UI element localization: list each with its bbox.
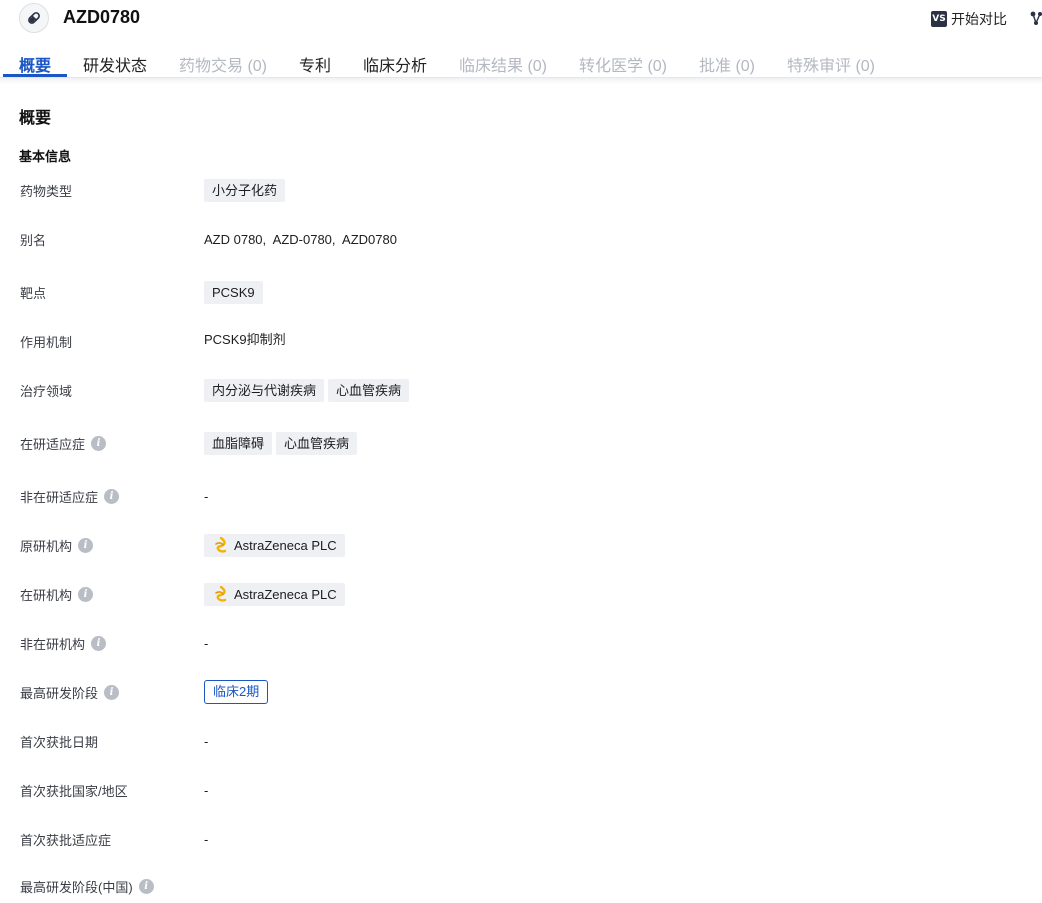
info-icon[interactable]: i [91, 635, 107, 651]
tab-bar: 概要 研发状态 药物交易 (0) 专利 临床分析 临床结果 (0) 转化医学 (… [0, 42, 1042, 78]
tab-translational-medicine[interactable]: 转化医学 (0) [579, 52, 667, 76]
header-bar: AZD0780 VS 开始对比 [0, 0, 1042, 38]
field-value: AstraZeneca PLC [204, 581, 345, 607]
field-row-drug-type: 药物类型 小分子化药 [0, 177, 1042, 207]
field-row-highest-phase-china: 最高研发阶段(中国) i [0, 873, 1042, 903]
field-label: 治疗领域 [20, 383, 73, 399]
pill-icon [19, 3, 49, 33]
organization-name: AstraZeneca PLC [234, 586, 337, 602]
info-icon[interactable]: i [91, 435, 107, 451]
tab-drug-deals[interactable]: 药物交易 (0) [179, 52, 267, 76]
therapeutic-area-tag[interactable]: 内分泌与代谢疾病 [204, 378, 325, 402]
field-value: 临床2期 [204, 679, 269, 705]
mechanism-value[interactable]: PCSK9抑制剂 [204, 329, 286, 348]
field-label: 在研机构 i [20, 581, 94, 607]
tab-clinical-results[interactable]: 临床结果 (0) [459, 52, 547, 76]
field-value: 小分子化药 [204, 177, 286, 203]
field-label: 最高研发阶段 i [20, 679, 120, 705]
field-value: - [204, 777, 208, 803]
target-tag[interactable]: PCSK9 [204, 280, 263, 304]
field-label: 最高研发阶段(中国) i [20, 873, 154, 899]
first-approval-date-value: - [204, 733, 209, 749]
field-value: PCSK9 [204, 279, 263, 305]
info-icon[interactable]: i [138, 878, 154, 894]
field-label: 别名 [20, 232, 47, 248]
indication-tag[interactable]: 心血管疾病 [276, 431, 358, 455]
section-title: 概要 [19, 110, 52, 127]
vs-icon: VS [931, 11, 947, 27]
field-row-inactive-indication: 非在研适应症 i - [0, 483, 1042, 513]
field-row-first-approval-indication: 首次获批适应症 - [0, 826, 1042, 856]
field-label: 作用机制 [20, 334, 73, 350]
first-approval-country-value: - [204, 782, 209, 798]
tab-special-review[interactable]: 特殊审评 (0) [787, 52, 875, 76]
astrazeneca-logo-icon [215, 537, 227, 553]
field-value: - [204, 728, 208, 754]
tab-patents[interactable]: 专利 [299, 52, 331, 76]
therapeutic-area-tag[interactable]: 心血管疾病 [328, 378, 410, 402]
organization-tag[interactable]: AstraZeneca PLC [204, 533, 345, 557]
inactive-org-value: - [204, 635, 209, 651]
astrazeneca-logo-icon [215, 586, 227, 602]
tab-bar-shadow [0, 78, 1042, 84]
field-row-originator: 原研机构 i AstraZeneca PLC [0, 532, 1042, 562]
field-value: 血脂障碍 心血管疾病 [204, 430, 358, 456]
aliases-value: AZD 0780, AZD-0780, AZD0780 [204, 231, 397, 247]
tab-approvals[interactable]: 批准 (0) [699, 52, 755, 76]
drug-type-tag[interactable]: 小分子化药 [204, 178, 286, 202]
field-label: 首次获批适应症 [20, 832, 112, 848]
field-row-mechanism: 作用机制 PCSK9抑制剂 [0, 325, 1042, 355]
field-row-active-org: 在研机构 i AstraZeneca PLC [0, 581, 1042, 611]
field-label: 药物类型 [20, 183, 73, 199]
tab-overview[interactable]: 概要 [19, 52, 51, 76]
field-value: - [204, 826, 208, 852]
field-value: - [204, 630, 208, 656]
field-label: 非在研适应症 i [20, 483, 120, 509]
field-label: 首次获批国家/地区 [20, 783, 128, 799]
field-label: 靶点 [20, 285, 47, 301]
field-row-aliases: 别名 AZD 0780, AZD-0780, AZD0780 [0, 226, 1042, 256]
field-value: 内分泌与代谢疾病 心血管疾病 [204, 377, 410, 403]
info-icon[interactable]: i [78, 537, 94, 553]
field-row-target: 靶点 PCSK9 [0, 279, 1042, 309]
organization-tag[interactable]: AstraZeneca PLC [204, 582, 345, 606]
phase-badge[interactable]: 临床2期 [204, 680, 269, 704]
field-row-highest-phase: 最高研发阶段 i 临床2期 [0, 679, 1042, 709]
organization-name: AstraZeneca PLC [234, 537, 337, 553]
field-value: PCSK9抑制剂 [204, 325, 286, 351]
info-icon[interactable]: i [104, 684, 120, 700]
field-value: - [204, 483, 208, 509]
info-icon[interactable]: i [78, 586, 94, 602]
tab-clinical-analysis[interactable]: 临床分析 [363, 52, 427, 76]
field-value: AZD 0780, AZD-0780, AZD0780 [204, 226, 397, 252]
field-label: 非在研机构 i [20, 630, 107, 656]
inactive-indication-value: - [204, 488, 209, 504]
field-label: 在研适应症 i [20, 430, 107, 456]
field-row-inactive-org: 非在研机构 i - [0, 630, 1042, 660]
field-row-therapeutic-area: 治疗领域 内分泌与代谢疾病 心血管疾病 [0, 377, 1042, 407]
field-row-active-indication: 在研适应症 i 血脂障碍 心血管疾病 [0, 430, 1042, 460]
field-label: 首次获批日期 [20, 734, 99, 750]
field-row-first-approval-country: 首次获批国家/地区 - [0, 777, 1042, 807]
field-row-first-approval-date: 首次获批日期 - [0, 728, 1042, 758]
drug-name-title: AZD0780 [63, 7, 141, 27]
active-tab-indicator [3, 74, 67, 77]
basic-info-title: 基本信息 [19, 149, 72, 164]
field-label: 原研机构 i [20, 532, 94, 558]
indication-tag[interactable]: 血脂障碍 [204, 431, 273, 455]
field-value: AstraZeneca PLC [204, 532, 345, 558]
start-compare-label: 开始对比 [951, 11, 1007, 27]
start-compare-button[interactable]: VS 开始对比 [931, 9, 1007, 29]
info-icon[interactable]: i [104, 488, 120, 504]
share-icon[interactable] [1030, 10, 1042, 31]
tab-rd-status[interactable]: 研发状态 [83, 52, 147, 76]
first-approval-indication-value: - [204, 831, 209, 847]
